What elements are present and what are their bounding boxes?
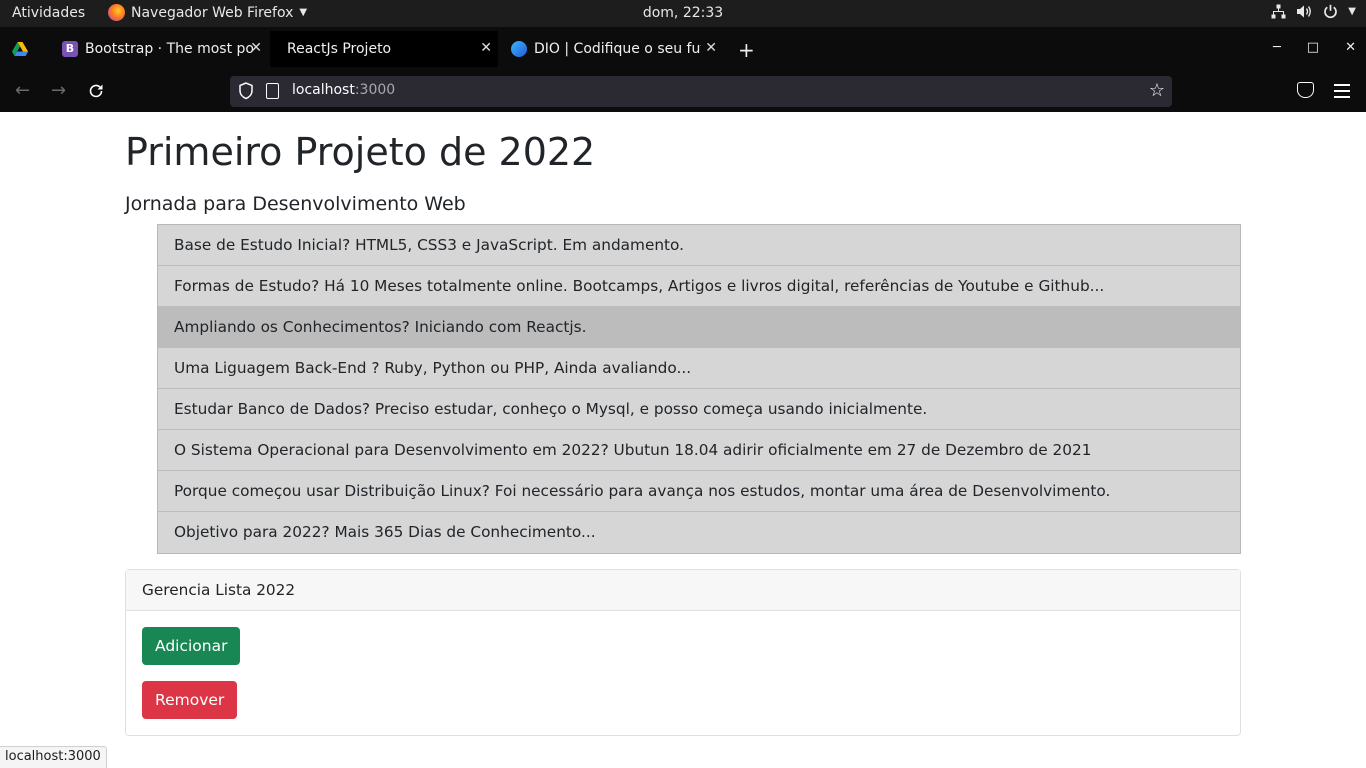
chevron-down-icon: ▼	[1348, 6, 1356, 17]
system-tray[interactable]: ▼	[1271, 4, 1356, 19]
page-info-icon[interactable]	[266, 83, 279, 99]
tab-reactjs-projeto[interactable]: ReactJs Projeto ✕	[270, 31, 498, 67]
study-list: Base de Estudo Inicial? HTML5, CSS3 e Ja…	[157, 224, 1241, 554]
bookmark-star-icon[interactable]: ☆	[1149, 80, 1165, 101]
list-item[interactable]: Ampliando os Conhecimentos? Iniciando co…	[158, 307, 1240, 348]
close-icon[interactable]: ✕	[250, 40, 262, 56]
minimize-icon[interactable]: ─	[1273, 40, 1281, 55]
network-icon	[1271, 4, 1286, 19]
tab-dio[interactable]: DIO | Codifique o seu futu ✕	[503, 31, 723, 67]
navigation-toolbar: ← → localhost:3000 ☆	[0, 71, 1366, 112]
tab-label: Bootstrap · The most pop	[85, 41, 253, 57]
remove-button[interactable]: Remover	[142, 681, 238, 719]
list-item[interactable]: Uma Liguagem Back-End ? Ruby, Python ou …	[158, 348, 1240, 389]
shield-icon[interactable]	[238, 82, 254, 100]
list-item[interactable]: Base de Estudo Inicial? HTML5, CSS3 e Ja…	[158, 225, 1240, 266]
dio-icon	[511, 41, 527, 57]
url-bar[interactable]: localhost:3000 ☆	[230, 76, 1172, 107]
clock[interactable]: dom, 22:33	[0, 5, 1366, 21]
list-item[interactable]: Objetivo para 2022? Mais 365 Dias de Con…	[158, 512, 1240, 553]
add-button[interactable]: Adicionar	[142, 627, 241, 665]
tab-bootstrap[interactable]: B Bootstrap · The most pop ✕	[54, 31, 268, 67]
tab-strip: B Bootstrap · The most pop ✕ ReactJs Pro…	[0, 27, 1366, 71]
list-item[interactable]: Formas de Estudo? Há 10 Meses totalmente…	[158, 266, 1240, 307]
link-status-bar: localhost:3000	[0, 746, 107, 768]
page-title: Primeiro Projeto de 2022	[125, 130, 596, 174]
close-icon[interactable]: ✕	[705, 40, 717, 56]
list-item[interactable]: Estudar Banco de Dados? Preciso estudar,…	[158, 389, 1240, 430]
maximize-icon[interactable]: □	[1307, 40, 1319, 55]
card-header: Gerencia Lista 2022	[126, 570, 1240, 611]
url-host: localhost	[292, 82, 355, 98]
tab-label: ReactJs Projeto	[287, 41, 392, 57]
manage-list-card: Gerencia Lista 2022 Adicionar Remover	[125, 569, 1241, 736]
page-subtitle: Jornada para Desenvolvimento Web	[125, 193, 466, 215]
volume-icon	[1297, 5, 1312, 18]
list-item[interactable]: O Sistema Operacional para Desenvolvimen…	[158, 430, 1240, 471]
power-icon	[1324, 4, 1338, 19]
url-text[interactable]: localhost:3000	[292, 82, 395, 98]
pocket-icon[interactable]	[1297, 82, 1314, 98]
hamburger-menu-icon[interactable]	[1334, 84, 1350, 102]
window-controls: ─ □ ✕	[1273, 40, 1356, 55]
page-viewport: Primeiro Projeto de 2022 Jornada para De…	[0, 112, 1366, 768]
google-drive-icon[interactable]	[12, 41, 28, 57]
back-arrow-icon[interactable]: ←	[15, 81, 30, 101]
gnome-top-bar: Atividades Navegador Web Firefox ▼ dom, …	[0, 0, 1366, 27]
close-icon[interactable]: ✕	[480, 40, 492, 56]
forward-arrow-icon[interactable]: →	[51, 81, 66, 101]
bootstrap-icon: B	[62, 41, 78, 57]
url-port: :3000	[354, 82, 396, 98]
close-window-icon[interactable]: ✕	[1345, 40, 1356, 55]
reload-icon[interactable]	[88, 83, 104, 99]
list-item[interactable]: Porque começou usar Distribuição Linux? …	[158, 471, 1240, 512]
tab-label: DIO | Codifique o seu futu	[534, 41, 701, 57]
new-tab-plus-icon[interactable]: +	[738, 38, 755, 62]
